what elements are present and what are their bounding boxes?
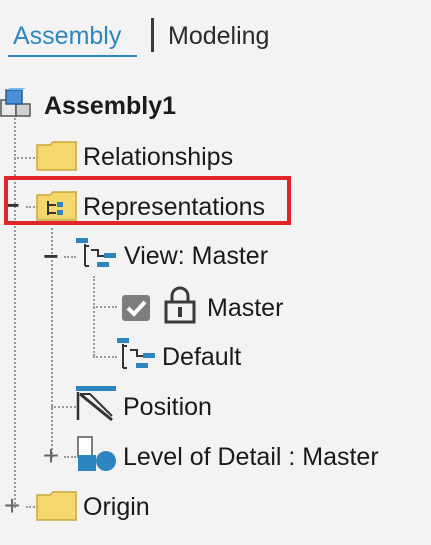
view-rep-icon [76, 238, 116, 267]
expand-toggle[interactable]: + [1, 492, 23, 520]
tree-node-level-of-detail[interactable]: Level of Detail : Master [76, 436, 416, 474]
tree-node-default[interactable]: Default [117, 338, 317, 374]
tree-node-origin[interactable]: Origin [36, 488, 236, 524]
collapse-toggle[interactable]: − [40, 243, 62, 269]
folder-icon [36, 491, 77, 521]
tree-connector [64, 456, 76, 458]
tree-node-position[interactable]: Position [76, 386, 276, 424]
tree-node-label: Master [207, 294, 284, 322]
tree-node-relationships[interactable]: Relationships [36, 138, 256, 174]
tree-node-label: Position [123, 393, 212, 421]
tree-node-label: View: Master [124, 242, 269, 270]
model-browser-tree: Assembly1 Relationships − Representation… [0, 0, 431, 545]
tree-node-label: Origin [83, 493, 150, 521]
tree-node-view-master[interactable]: View: Master [76, 238, 296, 274]
position-icon [76, 386, 116, 422]
assembly-icon [0, 88, 31, 117]
tree-node-label: Level of Detail : Master [123, 443, 379, 471]
tree-connector [93, 306, 117, 308]
tree-node-label: Relationships [83, 143, 234, 171]
folder-icon [36, 141, 77, 171]
tree-connector [51, 406, 76, 408]
tree-node-label: Default [162, 343, 242, 371]
checkbox-checked-icon[interactable] [121, 294, 153, 322]
tree-connector [14, 157, 38, 159]
tree-node-label: Assembly1 [44, 92, 177, 120]
tree-node-assembly1[interactable]: Assembly1 [0, 86, 220, 122]
expand-toggle[interactable]: + [40, 442, 62, 470]
lock-icon [164, 286, 196, 324]
view-rep-icon [117, 338, 155, 369]
tree-node-master[interactable]: Master [119, 286, 319, 326]
level-of-detail-icon [77, 436, 116, 471]
selection-highlight [4, 176, 291, 225]
tree-connector [93, 356, 117, 358]
tree-connector [64, 256, 76, 258]
tree-connector [93, 276, 95, 356]
